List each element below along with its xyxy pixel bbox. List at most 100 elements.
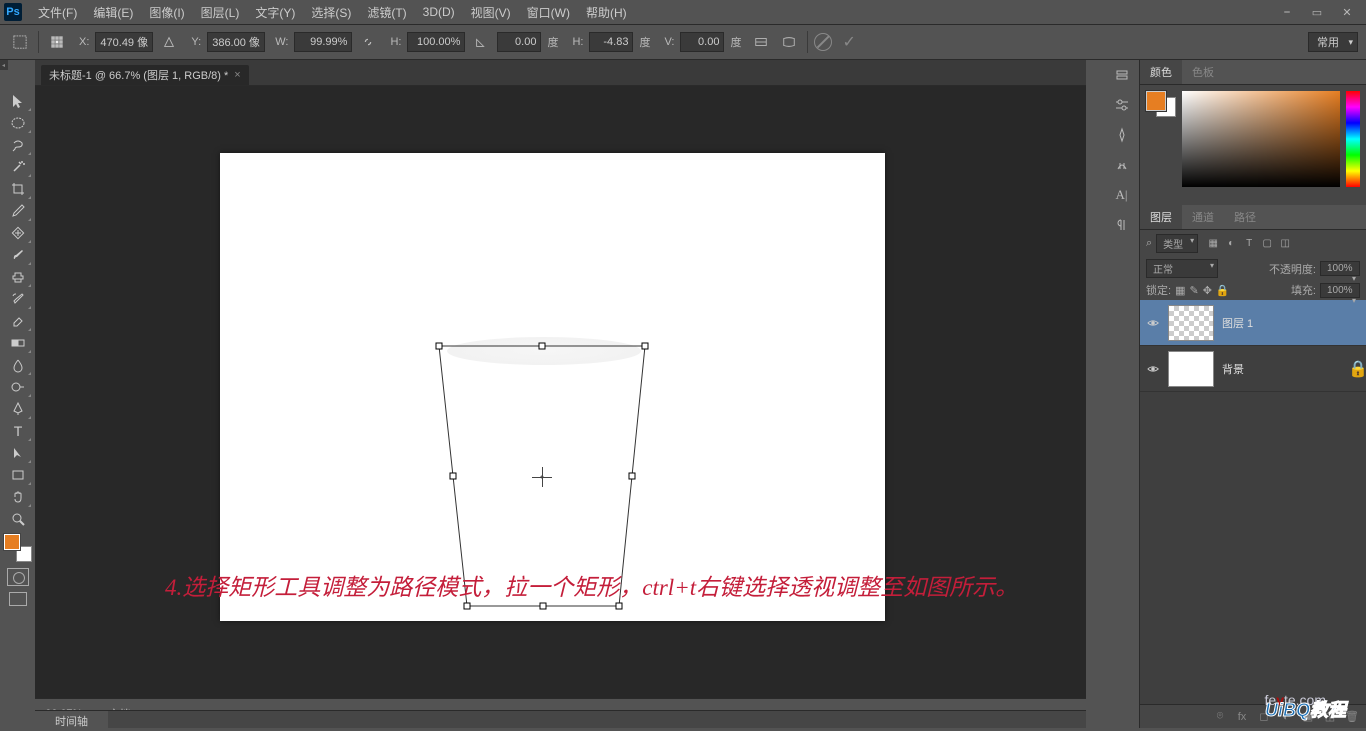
character-panel-icon[interactable]: A| <box>1111 184 1133 206</box>
transform-handle-ml[interactable] <box>450 473 457 480</box>
menu-edit[interactable]: 编辑(E) <box>85 4 141 21</box>
type-tool[interactable]: T <box>4 420 32 442</box>
close-window-button[interactable]: ✕ <box>1332 2 1362 22</box>
quick-mask-button[interactable] <box>7 568 29 586</box>
x-input[interactable] <box>95 32 153 52</box>
blend-mode-dropdown[interactable]: 正常 <box>1146 259 1218 278</box>
path-selection-tool[interactable] <box>4 442 32 464</box>
mini-swatches[interactable] <box>1146 91 1176 117</box>
visibility-toggle[interactable] <box>1146 316 1160 330</box>
angle-icon[interactable] <box>469 30 493 54</box>
delete-layer-icon[interactable]: 🗑 <box>1344 709 1360 725</box>
menu-select[interactable]: 选择(S) <box>303 4 359 21</box>
crop-tool[interactable] <box>4 178 32 200</box>
paragraph-panel-icon[interactable] <box>1111 214 1133 236</box>
layer-name[interactable]: 背景 <box>1222 361 1244 377</box>
screen-mode-button[interactable] <box>9 592 27 606</box>
shear-v-input[interactable] <box>680 32 724 52</box>
hue-slider[interactable] <box>1346 91 1360 187</box>
layer-thumbnail[interactable] <box>1168 305 1214 341</box>
w-input[interactable] <box>294 32 352 52</box>
transform-handle-tr[interactable] <box>642 343 649 350</box>
dodge-tool[interactable] <box>4 376 32 398</box>
lock-position-icon[interactable]: ✥ <box>1203 284 1212 297</box>
tab-layers[interactable]: 图层 <box>1140 205 1182 229</box>
history-panel-icon[interactable] <box>1111 64 1133 86</box>
menu-type[interactable]: 文字(Y) <box>247 4 303 21</box>
layer-name[interactable]: 图层 1 <box>1222 315 1253 331</box>
clone-stamp-tool[interactable] <box>4 266 32 288</box>
blur-tool[interactable] <box>4 354 32 376</box>
filter-pixel-icon[interactable]: ▦ <box>1206 237 1220 251</box>
filter-adjust-icon[interactable]: ◐ <box>1224 237 1238 251</box>
hand-tool[interactable] <box>4 486 32 508</box>
canvas-area[interactable]: 4.选择矩形工具调整为路径模式，拉一个矩形，ctrl+t右键选择透视调整至如图所… <box>35 86 1086 698</box>
document-tab-close[interactable]: × <box>234 69 240 81</box>
filter-smart-icon[interactable]: ◫ <box>1278 237 1292 251</box>
magic-wand-tool[interactable] <box>4 156 32 178</box>
transform-handle-tc[interactable] <box>539 343 546 350</box>
menu-layer[interactable]: 图层(L) <box>193 4 248 21</box>
brush-tool[interactable] <box>4 244 32 266</box>
healing-brush-tool[interactable] <box>4 222 32 244</box>
transform-tool-icon[interactable] <box>8 30 32 54</box>
warp-icon[interactable] <box>777 30 801 54</box>
lock-all-icon[interactable]: 🔒 <box>1216 284 1230 297</box>
lock-pixels-icon[interactable]: ✎ <box>1189 284 1198 297</box>
properties-panel-icon[interactable] <box>1111 94 1133 116</box>
timeline-tab[interactable]: 时间轴 <box>35 711 108 731</box>
rectangle-tool[interactable] <box>4 464 32 486</box>
foreground-color-swatch[interactable] <box>4 534 20 550</box>
layer-thumbnail[interactable] <box>1168 351 1214 387</box>
eyedropper-tool[interactable] <box>4 200 32 222</box>
eraser-tool[interactable] <box>4 310 32 332</box>
link-layers-icon[interactable]: ⌾ <box>1212 709 1228 725</box>
tab-channels[interactable]: 通道 <box>1182 205 1224 229</box>
color-swatches[interactable] <box>4 534 32 562</box>
menu-window[interactable]: 窗口(W) <box>519 4 578 21</box>
zoom-tool[interactable] <box>4 508 32 530</box>
cancel-transform-button[interactable] <box>814 33 832 51</box>
menu-filter[interactable]: 滤镜(T) <box>359 4 414 21</box>
left-collapse-icon[interactable] <box>0 60 8 70</box>
menu-file[interactable]: 文件(F) <box>30 4 85 21</box>
tab-color[interactable]: 颜色 <box>1140 60 1182 84</box>
commit-transform-button[interactable]: ✓ <box>836 32 861 52</box>
maximize-button[interactable]: ▭ <box>1302 2 1332 22</box>
menu-3d[interactable]: 3D(D) <box>415 5 463 19</box>
layer-fx-icon[interactable]: fx <box>1234 709 1250 725</box>
color-field[interactable] <box>1182 91 1340 187</box>
history-brush-tool[interactable] <box>4 288 32 310</box>
workspace-dropdown[interactable]: 常用 <box>1308 32 1358 52</box>
canvas[interactable] <box>220 153 885 621</box>
angle-input[interactable] <box>497 32 541 52</box>
fill-value[interactable]: 100% <box>1320 283 1360 298</box>
document-tab[interactable]: 未标题-1 @ 66.7% (图层 1, RGB/8) * × <box>41 65 249 85</box>
layer-item-background[interactable]: 背景 🔒 <box>1140 346 1366 392</box>
reference-point-icon[interactable] <box>45 30 69 54</box>
gradient-tool[interactable] <box>4 332 32 354</box>
brush-panel-icon[interactable] <box>1111 124 1133 146</box>
layer-filter-type[interactable]: 类型 <box>1156 234 1198 253</box>
minimize-button[interactable]: ⎯ <box>1272 2 1302 22</box>
transform-handle-mr[interactable] <box>629 473 636 480</box>
filter-type-icon[interactable]: T <box>1242 237 1256 251</box>
filter-shape-icon[interactable]: ▢ <box>1260 237 1274 251</box>
menu-image[interactable]: 图像(I) <box>141 4 192 21</box>
visibility-toggle[interactable] <box>1146 362 1160 376</box>
transform-center-point[interactable] <box>536 471 548 483</box>
brush-presets-icon[interactable] <box>1111 154 1133 176</box>
marquee-tool[interactable] <box>4 112 32 134</box>
menu-view[interactable]: 视图(V) <box>463 4 519 21</box>
layer-item-1[interactable]: 图层 1 <box>1140 300 1366 346</box>
lock-transparency-icon[interactable]: ▦ <box>1175 284 1185 297</box>
menu-help[interactable]: 帮助(H) <box>578 4 635 21</box>
link-icon[interactable] <box>356 30 380 54</box>
shear-h-input[interactable] <box>589 32 633 52</box>
h-input[interactable] <box>407 32 465 52</box>
pen-tool[interactable] <box>4 398 32 420</box>
interpolation-icon[interactable] <box>749 30 773 54</box>
opacity-value[interactable]: 100% <box>1320 261 1360 276</box>
y-input[interactable] <box>207 32 265 52</box>
delta-icon[interactable] <box>157 30 181 54</box>
